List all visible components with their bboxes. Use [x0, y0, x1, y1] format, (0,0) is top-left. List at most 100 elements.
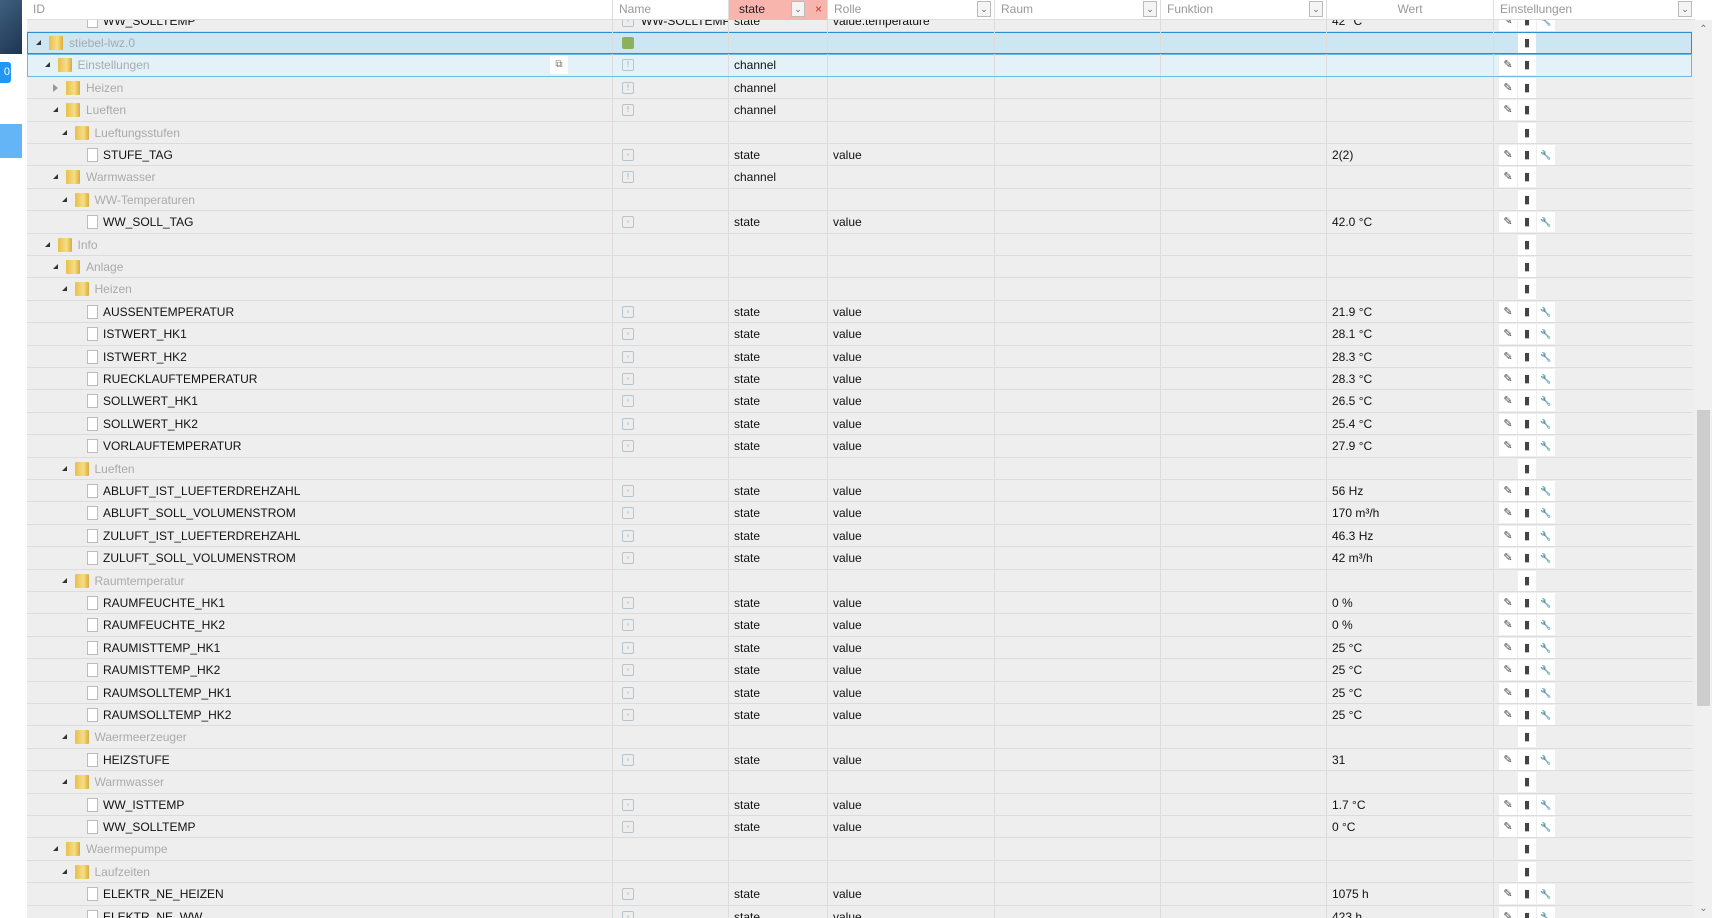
copy-icon[interactable]: ⧉ — [550, 56, 568, 75]
folder-row[interactable]: Laufzeiten ▮ — [27, 860, 1692, 884]
settings-wrench-button[interactable]: 🔧 — [1537, 749, 1555, 770]
delete-button[interactable]: ▮ — [1518, 682, 1536, 703]
chevron-down-icon[interactable]: ⌄ — [977, 1, 991, 17]
edit-button[interactable]: ✎ — [1499, 503, 1517, 524]
table-row[interactable]: ISTWERT_HK2 ◦ state value 28.3 °C ✎ ▮ 🔧 — [27, 345, 1692, 368]
delete-button[interactable]: ▮ — [1518, 481, 1536, 501]
delete-button[interactable]: ▮ — [1518, 369, 1536, 389]
collapse-toggle-icon[interactable] — [53, 107, 58, 113]
edit-button[interactable]: ✎ — [1499, 413, 1517, 434]
table-row[interactable]: VORLAUFTEMPERATUR ◦ state value 27.9 °C ✎ ▮ 🔧 — [27, 435, 1692, 458]
delete-button[interactable]: ▮ — [1518, 660, 1536, 681]
settings-wrench-button[interactable]: 🔧 — [1537, 481, 1555, 501]
vertical-scrollbar[interactable]: ⌃ ⌄ — [1695, 20, 1712, 918]
collapse-toggle-icon[interactable] — [61, 286, 67, 292]
folder-row[interactable]: Heizen! channel ✎ ▮ — [27, 76, 1692, 100]
delete-button[interactable]: ▮ — [1518, 884, 1536, 905]
delete-button[interactable]: ▮ — [1518, 257, 1536, 277]
folder-row[interactable]: WW-Temperaturen ▮ — [27, 188, 1692, 212]
collapse-toggle-icon[interactable] — [53, 846, 58, 852]
delete-button[interactable]: ▮ — [1518, 727, 1536, 748]
folder-row[interactable]: Lueften! channel ✎ ▮ — [27, 99, 1692, 122]
edit-button[interactable]: ✎ — [1499, 212, 1517, 233]
delete-button[interactable]: ▮ — [1518, 548, 1536, 569]
edit-button[interactable]: ✎ — [1499, 884, 1517, 905]
edit-button[interactable]: ✎ — [1499, 593, 1517, 613]
delete-button[interactable]: ▮ — [1518, 593, 1536, 613]
table-row[interactable]: RAUMSOLLTEMP_HK2 ◦ state value 25 °C ✎ ▮ 🔧 — [27, 704, 1692, 727]
delete-button[interactable]: ▮ — [1518, 167, 1536, 188]
role-filter-select[interactable]: Rolle ⌄ — [828, 0, 995, 20]
settings-wrench-button[interactable]: 🔧 — [1537, 817, 1555, 837]
table-row[interactable]: RAUMISTTEMP_HK2 ◦ state value 25 °C ✎ ▮ 🔧 — [27, 659, 1692, 682]
delete-button[interactable]: ▮ — [1518, 234, 1536, 255]
folder-row[interactable]: Einstellungen ⧉! channel ✎ ▮ — [27, 54, 1692, 77]
edit-button[interactable]: ✎ — [1499, 548, 1517, 569]
edit-button[interactable]: ✎ — [1499, 55, 1517, 76]
edit-button[interactable]: ✎ — [1499, 682, 1517, 703]
collapse-toggle-icon[interactable] — [61, 577, 67, 583]
edit-button[interactable]: ✎ — [1499, 436, 1517, 457]
collapse-toggle-icon[interactable] — [53, 264, 58, 269]
delete-button[interactable]: ▮ — [1518, 436, 1536, 457]
folder-row[interactable]: Waermeerzeuger ▮ — [27, 726, 1692, 749]
edit-button[interactable]: ✎ — [1499, 660, 1517, 681]
table-row[interactable]: WW_ISTTEMP ◦ state value 1.7 °C ✎ ▮ 🔧 — [27, 793, 1692, 816]
delete-button[interactable]: ▮ — [1518, 279, 1536, 300]
delete-button[interactable]: ▮ — [1518, 525, 1536, 546]
delete-button[interactable]: ▮ — [1518, 794, 1536, 815]
edit-button[interactable]: ✎ — [1499, 794, 1517, 815]
settings-wrench-button[interactable]: 🔧 — [1537, 548, 1555, 569]
edit-button[interactable]: ✎ — [1499, 145, 1517, 165]
table-row[interactable]: ZULUFT_SOLL_VOLUMENSTROM ◦ state value 42 m³… — [27, 547, 1692, 570]
id-filter-input[interactable]: ID — [27, 0, 613, 20]
delete-button[interactable]: ▮ — [1518, 301, 1536, 322]
room-filter-select[interactable]: Raum ⌄ — [995, 0, 1161, 20]
edit-button[interactable]: ✎ — [1499, 167, 1517, 188]
collapse-toggle-icon[interactable] — [61, 196, 67, 202]
settings-wrench-button[interactable]: 🔧 — [1537, 369, 1555, 389]
delete-button[interactable]: ▮ — [1518, 413, 1536, 434]
edit-button[interactable]: ✎ — [1499, 301, 1517, 322]
delete-button[interactable]: ▮ — [1518, 503, 1536, 524]
delete-button[interactable]: ▮ — [1518, 570, 1536, 591]
table-row[interactable]: HEIZSTUFE ◦ state value 31 ✎ ▮ 🔧 — [27, 748, 1692, 772]
folder-row[interactable]: Raumtemperatur ▮ — [27, 569, 1692, 592]
delete-button[interactable]: ▮ — [1518, 839, 1536, 860]
table-row[interactable]: SOLLWERT_HK2 ◦ state value 25.4 °C ✎ ▮ 🔧 — [27, 412, 1692, 436]
folder-row[interactable]: Lueften ▮ — [27, 457, 1692, 480]
function-filter-select[interactable]: Funktion ⌄ — [1161, 0, 1327, 20]
settings-wrench-button[interactable]: 🔧 — [1537, 660, 1555, 681]
name-filter-input[interactable]: Name — [613, 0, 729, 20]
type-filter-select[interactable]: state ⌄ × — [729, 0, 828, 20]
folder-row[interactable]: stiebel-lwz.0 ▮ — [27, 32, 1692, 55]
delete-button[interactable]: ▮ — [1518, 615, 1536, 636]
table-row[interactable]: ISTWERT_HK1 ◦ state value 28.1 °C ✎ ▮ 🔧 — [27, 323, 1692, 346]
scrollbar-thumb[interactable] — [1697, 410, 1710, 706]
delete-button[interactable]: ▮ — [1518, 391, 1536, 412]
settings-wrench-button[interactable]: 🔧 — [1537, 413, 1555, 434]
settings-wrench-button[interactable]: 🔧 — [1537, 503, 1555, 524]
table-row[interactable]: AUSSENTEMPERATUR ◦ state value 21.9 °C ✎ ▮ 🔧 — [27, 300, 1692, 324]
delete-button[interactable]: ▮ — [1518, 772, 1536, 793]
edit-button[interactable]: ✎ — [1499, 525, 1517, 546]
table-row[interactable]: RAUMISTTEMP_HK1 ◦ state value 25 °C ✎ ▮ 🔧 — [27, 636, 1692, 660]
delete-button[interactable]: ▮ — [1518, 189, 1536, 210]
table-row[interactable]: RAUMFEUCHTE_HK1 ◦ state value 0 % ✎ ▮ 🔧 — [27, 592, 1692, 615]
collapse-toggle-icon[interactable] — [53, 174, 58, 180]
settings-wrench-button[interactable]: 🔧 — [1537, 615, 1555, 636]
table-row[interactable]: RAUMFEUCHTE_HK2 ◦ state value 0 % ✎ ▮ 🔧 — [27, 614, 1692, 637]
delete-button[interactable]: ▮ — [1518, 906, 1536, 918]
delete-button[interactable]: ▮ — [1518, 33, 1536, 53]
collapse-toggle-icon[interactable] — [44, 241, 50, 247]
folder-row[interactable]: Lueftungsstufen ▮ — [27, 121, 1692, 144]
settings-filter-select[interactable]: Einstellungen ⌄ — [1494, 0, 1695, 20]
delete-button[interactable]: ▮ — [1518, 861, 1536, 882]
scroll-up-icon[interactable]: ⌃ — [1695, 24, 1712, 35]
settings-wrench-button[interactable]: 🔧 — [1537, 705, 1555, 725]
edit-button[interactable]: ✎ — [1499, 391, 1517, 412]
settings-wrench-button[interactable]: 🔧 — [1537, 593, 1555, 613]
table-row[interactable]: ELEKTR_NE_WW ◦ state value 423 h ✎ ▮ 🔧 — [27, 905, 1692, 918]
table-row[interactable]: RUECKLAUFTEMPERATUR ◦ state value 28.3 °C ✎ ▮ 🔧 — [27, 368, 1692, 391]
settings-wrench-button[interactable]: 🔧 — [1537, 212, 1555, 233]
